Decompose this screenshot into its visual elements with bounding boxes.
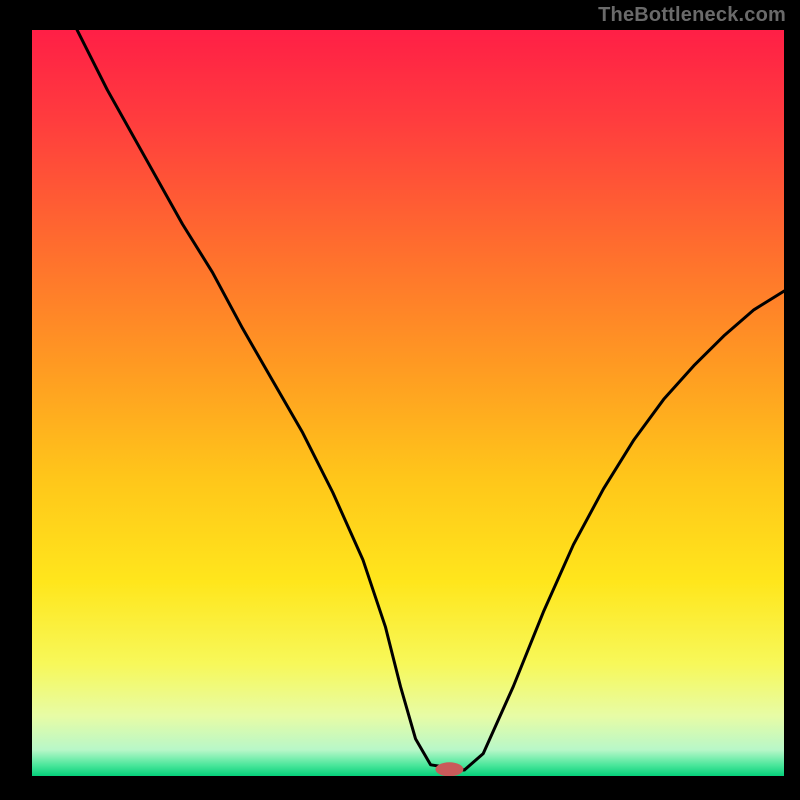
bottleneck-chart — [32, 30, 784, 776]
gradient-background — [32, 30, 784, 776]
chart-frame: TheBottleneck.com — [0, 0, 800, 800]
watermark-text: TheBottleneck.com — [598, 4, 786, 27]
optimal-point-marker — [435, 762, 463, 776]
chart-svg — [32, 30, 784, 776]
